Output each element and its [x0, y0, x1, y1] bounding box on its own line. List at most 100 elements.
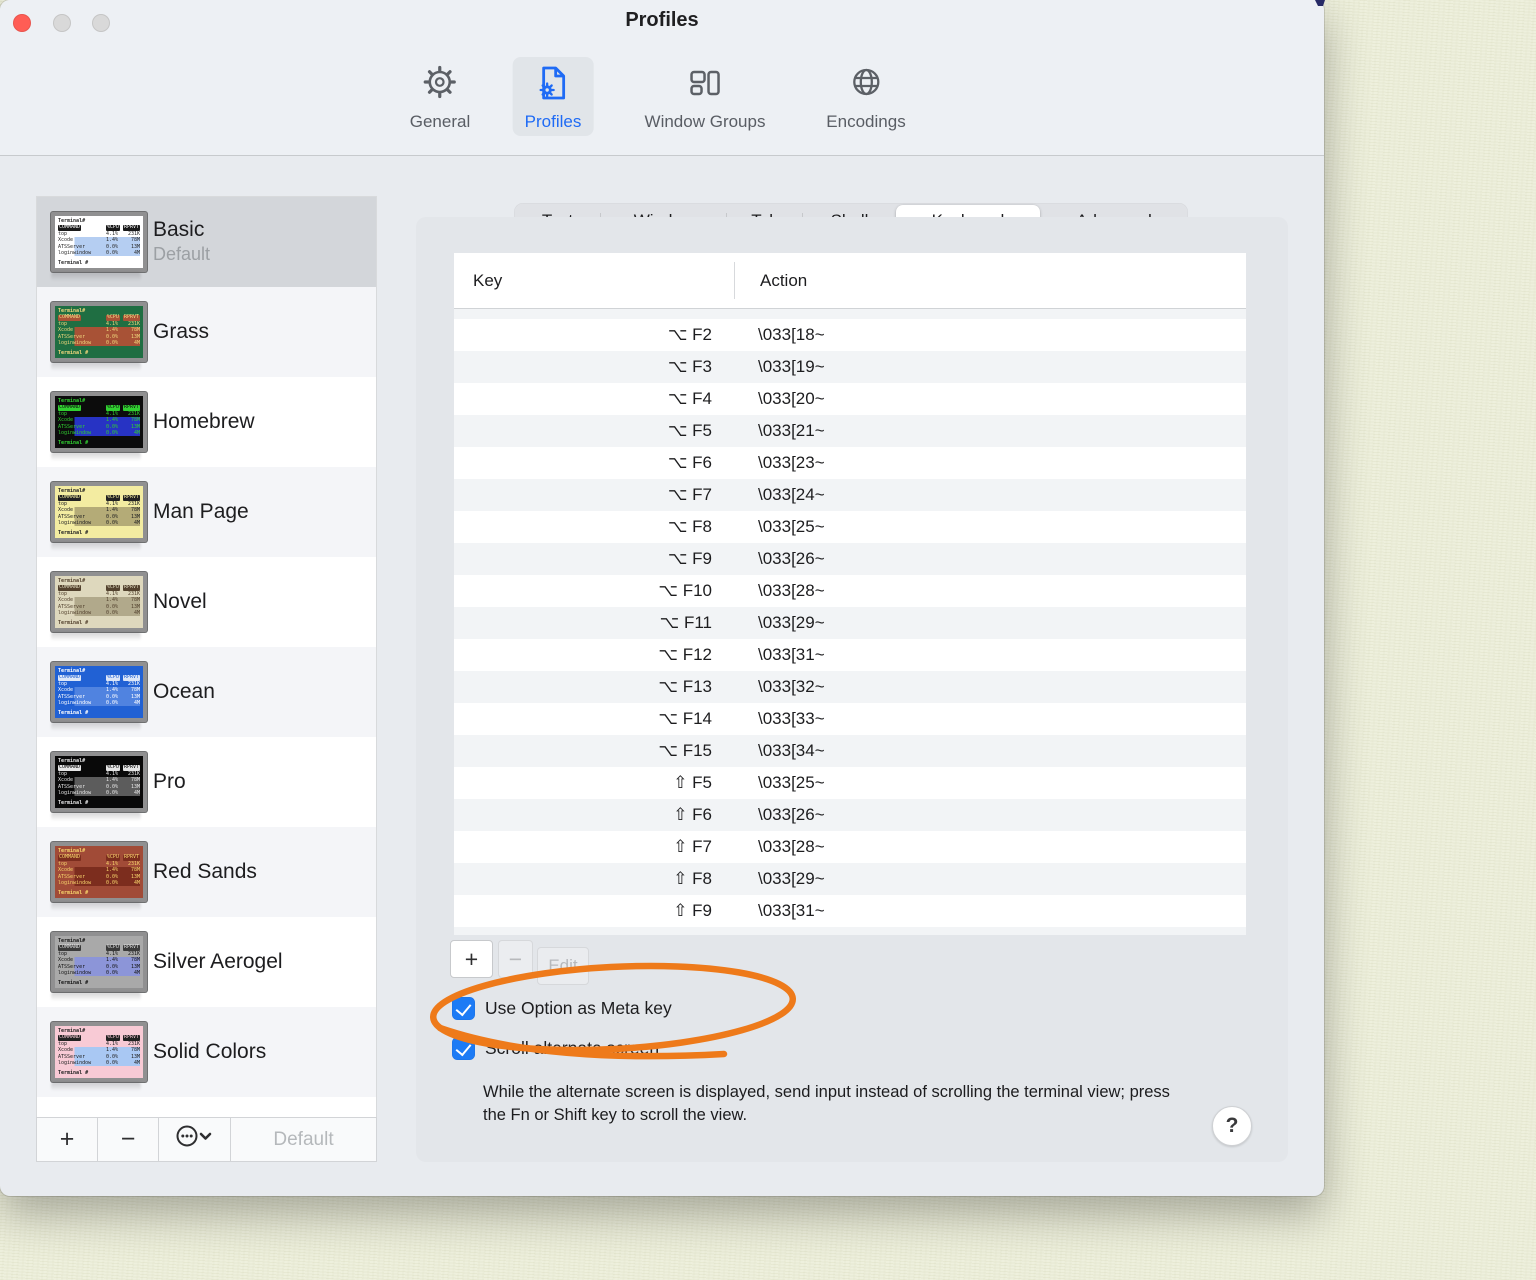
toolbar-item-encodings[interactable]: Encodings [814, 57, 917, 136]
key-cell: ⌥ F9 [667, 549, 712, 568]
table-row[interactable]: ⌥ F13 \033[32~ [454, 671, 1246, 703]
key-cell: ⌥ F4 [667, 389, 712, 408]
profile-row[interactable]: Terminal# COMMAND %CPU RPRVT top 4.1% 231K X… [37, 377, 376, 467]
thumbnail-header-line: COMMAND %CPU RPRVT [58, 763, 140, 771]
thumbnail-prompt-line: Terminal # [58, 350, 89, 357]
table-row[interactable]: ⌥ F3 \033[19~ [454, 351, 1246, 383]
thumbnail-prompt-line: Terminal # [58, 530, 89, 537]
action-cell: \033[20~ [758, 389, 825, 408]
thumbnail-header-line: COMMAND %CPU RPRVT [58, 943, 140, 951]
table-body: ⌥ F2 \033[18~ ⌥ F3 \033[19~ ⌥ F4 \033[20… [454, 319, 1246, 927]
table-row[interactable]: ⇧ F8 \033[29~ [454, 863, 1246, 895]
profile-thumbnail: Terminal# COMMAND %CPU RPRVT top 4.1% 231K X… [51, 842, 147, 902]
profile-name: Homebrew [153, 409, 255, 433]
table-row[interactable]: ⇧ F5 \033[25~ [454, 767, 1246, 799]
thumbnail-header-line: COMMAND %CPU RPRVT [58, 313, 140, 321]
profile-row[interactable]: Terminal# COMMAND %CPU RPRVT top 4.1% 231K X… [37, 467, 376, 557]
table-row[interactable]: ⌥ F10 \033[28~ [454, 575, 1246, 607]
partial-row-top [454, 309, 1246, 319]
profile-list-footer: + − Default [36, 1117, 377, 1162]
table-row[interactable]: ⇧ F9 \033[31~ [454, 895, 1246, 927]
action-cell: \033[28~ [758, 581, 825, 600]
ellipsis-circle-icon [175, 1123, 215, 1156]
key-cell: ⇧ F9 [673, 901, 712, 920]
profile-row[interactable]: Terminal# COMMAND %CPU RPRVT top 4.1% 231K X… [37, 827, 376, 917]
remove-binding-button[interactable]: − [498, 940, 533, 978]
profile-thumbnail: Terminal# COMMAND %CPU RPRVT top 4.1% 231K X… [51, 212, 147, 272]
profile-thumbnail: Terminal# COMMAND %CPU RPRVT top 4.1% 231K X… [51, 662, 147, 722]
table-row[interactable]: ⌥ F14 \033[33~ [454, 703, 1246, 735]
action-cell: \033[34~ [758, 741, 825, 760]
use-option-as-meta-checkbox[interactable] [452, 997, 475, 1020]
profile-name: Grass [153, 319, 210, 343]
table-row[interactable]: ⌥ F4 \033[20~ [454, 383, 1246, 415]
thumbnail-reflection [51, 992, 141, 1001]
profile-thumbnail: Terminal# COMMAND %CPU RPRVT top 4.1% 231K X… [51, 932, 147, 992]
table-row[interactable]: ⌥ F6 \033[23~ [454, 447, 1246, 479]
toolbar-item-profiles[interactable]: Profiles [512, 57, 594, 136]
action-column-header[interactable]: Action [760, 271, 807, 291]
thumbnail-header-line: COMMAND %CPU RPRVT [58, 223, 140, 231]
thumbnail-header-line: COMMAND %CPU RPRVT [58, 493, 140, 501]
thumbnail-prompt-line: Terminal # [58, 440, 89, 447]
add-binding-button[interactable]: + [450, 940, 493, 978]
toolbar-item-label: Window Groups [644, 112, 766, 131]
table-row[interactable]: ⌥ F8 \033[25~ [454, 511, 1246, 543]
gear-icon [421, 63, 459, 106]
toolbar-item-general[interactable]: General [398, 57, 482, 136]
profile-name: Novel [153, 589, 207, 613]
key-cell: ⌥ F15 [658, 741, 712, 760]
profile-row[interactable]: Terminal# COMMAND %CPU RPRVT top 4.1% 231K X… [37, 557, 376, 647]
table-row[interactable]: ⌥ F7 \033[24~ [454, 479, 1246, 511]
action-cell: \033[29~ [758, 613, 825, 632]
toolbar-item-window-groups[interactable]: Window Groups [633, 57, 778, 136]
key-cell: ⌥ F11 [659, 613, 712, 632]
scroll-alternate-screen-checkbox[interactable] [452, 1037, 475, 1060]
key-cell: ⌥ F2 [667, 325, 712, 344]
scroll-alternate-screen-row: Scroll alternate screen [452, 1037, 659, 1060]
profile-row[interactable]: Terminal# COMMAND %CPU RPRVT top 4.1% 231K X… [37, 197, 376, 287]
profile-list: Terminal# COMMAND %CPU RPRVT top 4.1% 231K X… [36, 196, 377, 1162]
action-cell: \033[25~ [758, 517, 825, 536]
edit-binding-button[interactable]: Edit [537, 947, 589, 985]
table-row[interactable]: ⌥ F2 \033[18~ [454, 319, 1246, 351]
action-cell: \033[23~ [758, 453, 825, 472]
thumbnail-header-line: COMMAND %CPU RPRVT [58, 673, 140, 681]
action-cell: \033[32~ [758, 677, 825, 696]
key-cell: ⇧ F6 [673, 805, 712, 824]
profile-row[interactable]: Terminal# COMMAND %CPU RPRVT top 4.1% 231K X… [37, 647, 376, 737]
table-row[interactable]: ⌥ F11 \033[29~ [454, 607, 1246, 639]
profile-thumbnail: Terminal# COMMAND %CPU RPRVT top 4.1% 231K X… [51, 572, 147, 632]
table-row[interactable]: ⇧ F7 \033[28~ [454, 831, 1246, 863]
profile-row[interactable]: Terminal# COMMAND %CPU RPRVT top 4.1% 231K X… [37, 1007, 376, 1097]
column-divider[interactable] [734, 262, 735, 299]
profile-row[interactable]: Terminal# COMMAND %CPU RPRVT top 4.1% 231K X… [37, 287, 376, 377]
profile-name: Pro [153, 769, 186, 793]
table-row[interactable]: ⌥ F12 \033[31~ [454, 639, 1246, 671]
table-row[interactable]: ⌥ F15 \033[34~ [454, 735, 1246, 767]
action-cell: \033[29~ [758, 869, 825, 888]
table-row[interactable]: ⌥ F5 \033[21~ [454, 415, 1246, 447]
default-button[interactable]: Default [231, 1118, 376, 1161]
table-row[interactable]: ⌥ F9 \033[26~ [454, 543, 1246, 575]
profile-thumbnail: Terminal# COMMAND %CPU RPRVT top 4.1% 231K X… [51, 392, 147, 452]
profile-row[interactable]: Terminal# COMMAND %CPU RPRVT top 4.1% 231K X… [37, 917, 376, 1007]
toolbar-item-label: Profiles [524, 112, 582, 131]
help-button[interactable]: ? [1212, 1106, 1252, 1146]
action-cell: \033[24~ [758, 485, 825, 504]
terminal-preferences-window: Profiles General Profiles Window Groups … [0, 0, 1324, 1196]
thumbnail-reflection [51, 452, 141, 461]
table-row[interactable]: ⇧ F6 \033[26~ [454, 799, 1246, 831]
profile-row[interactable]: Terminal# COMMAND %CPU RPRVT top 4.1% 231K X… [37, 737, 376, 827]
action-cell: \033[21~ [758, 421, 825, 440]
key-column-header[interactable]: Key [473, 271, 502, 291]
add-profile-button[interactable]: + [37, 1118, 98, 1161]
checkbox-label: Scroll alternate screen [485, 1038, 660, 1058]
key-cell: ⌥ F6 [667, 453, 712, 472]
key-bindings-table: Key Action ⌥ F2 \033[18~ ⌥ F3 \033[19~ ⌥… [454, 253, 1246, 935]
checkbox-label: Use Option as Meta key [485, 998, 672, 1018]
remove-profile-button[interactable]: − [98, 1118, 159, 1161]
key-cell: ⌥ F12 [658, 645, 712, 664]
key-cell: ⌥ F10 [658, 581, 712, 600]
profile-actions-menu-button[interactable] [159, 1118, 231, 1161]
